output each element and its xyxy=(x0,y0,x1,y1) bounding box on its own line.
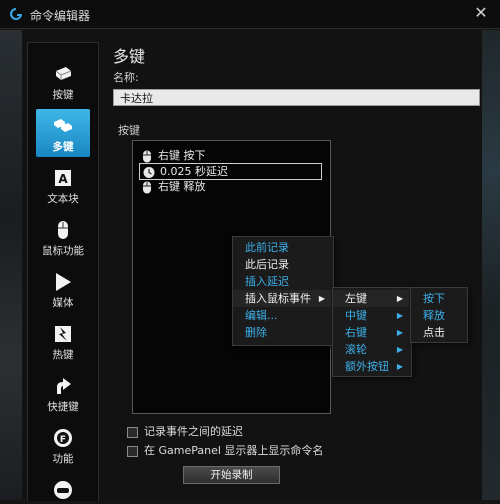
menu-item-record-before[interactable]: 此前记录 xyxy=(233,239,331,256)
sidebar-item-label: 热键 xyxy=(52,349,74,361)
menu-item-extra-buttons[interactable]: 额外按钮 ▶ xyxy=(333,358,409,375)
close-button[interactable]: ✕ xyxy=(472,4,490,22)
key-event-text: 右键 释放 xyxy=(158,180,206,193)
mouse-icon xyxy=(52,219,74,241)
list-item-selected[interactable]: 0.025 秒延迟 xyxy=(139,163,322,180)
gamepanel-checkbox[interactable] xyxy=(127,445,138,457)
menu-item-label: 滚轮 xyxy=(345,343,367,356)
menu-item-label: 额外按钮 xyxy=(345,360,389,373)
text-block-icon: A xyxy=(52,167,74,189)
sidebar-item-media[interactable]: 媒体 xyxy=(36,265,90,313)
sidebar-item-label: 多键 xyxy=(52,141,74,153)
key-event-text: 右键 按下 xyxy=(158,149,206,162)
mouse-event-submenu: 左键 ▶ 中键 ▶ 右键 ▶ 滚轮 ▶ 额外按钮 ▶ xyxy=(332,287,412,377)
sidebar-item-label: 功能 xyxy=(52,453,74,465)
menu-item-press[interactable]: 按下 xyxy=(411,290,465,307)
keys-label: 按键 xyxy=(118,124,140,137)
list-item[interactable]: 右键 按下 xyxy=(141,148,206,163)
menu-item-insert-delay[interactable]: 插入延迟 xyxy=(233,273,331,290)
menu-item-label: 左键 xyxy=(345,292,367,305)
clock-icon xyxy=(143,166,155,179)
checkbox-label: 在 GamePanel 显示器上显示命令名 xyxy=(144,444,324,457)
close-icon: ✕ xyxy=(474,3,488,22)
menu-item-click[interactable]: 点击 xyxy=(411,324,465,341)
submenu-arrow-icon: ▶ xyxy=(396,345,403,354)
svg-text:F: F xyxy=(60,435,66,445)
menu-item-edit[interactable]: 编辑... xyxy=(233,307,331,324)
sidebar-item-gamepad[interactable] xyxy=(36,473,90,501)
checkbox-label: 记录事件之间的延迟 xyxy=(144,425,243,438)
multikey-icon xyxy=(52,115,74,137)
menu-item-insert-mouse-event[interactable]: 插入鼠标事件 ▶ xyxy=(233,290,331,307)
list-item[interactable]: 右键 释放 xyxy=(141,179,206,194)
sidebar-item-function[interactable]: F 功能 xyxy=(36,421,90,469)
mouse-icon xyxy=(141,181,153,194)
menu-item-label: 插入鼠标事件 xyxy=(245,292,311,305)
background-left-edge xyxy=(0,30,22,500)
sidebar-item-label: 媒体 xyxy=(52,297,74,309)
gamepanel-checkbox-row[interactable]: 在 GamePanel 显示器上显示命令名 xyxy=(127,444,323,458)
hotkey-icon xyxy=(52,323,74,345)
submenu-arrow-icon: ▶ xyxy=(396,311,403,320)
keycap-icon xyxy=(52,63,74,85)
svg-text:A: A xyxy=(58,172,68,186)
sidebar-item-keystroke[interactable]: 按键 xyxy=(36,57,90,105)
menu-item-right-button[interactable]: 右键 ▶ xyxy=(333,324,409,341)
submenu-arrow-icon: ▶ xyxy=(396,328,403,337)
menu-item-left-button[interactable]: 左键 ▶ xyxy=(333,290,409,307)
menu-item-delete[interactable]: 删除 xyxy=(233,324,331,341)
record-delays-checkbox[interactable] xyxy=(127,426,138,438)
background-right-edge xyxy=(482,30,500,500)
menu-item-release[interactable]: 释放 xyxy=(411,307,465,324)
sidebar-item-text-block[interactable]: A 文本块 xyxy=(36,161,90,209)
key-event-text: 0.025 秒延迟 xyxy=(160,165,228,178)
shortcut-arrow-icon xyxy=(52,375,74,397)
mouse-icon xyxy=(141,150,153,163)
menu-item-scroll-wheel[interactable]: 滚轮 ▶ xyxy=(333,341,409,358)
sidebar-item-label: 按键 xyxy=(52,89,74,101)
key-context-menu: 此前记录 此后记录 插入延迟 插入鼠标事件 ▶ 编辑... 删除 xyxy=(232,236,334,346)
sidebar-item-label: 文本块 xyxy=(47,193,79,205)
command-type-sidebar: 按键 多键 A 文本块 鼠标功能 媒体 热键 快捷键 F 功能 xyxy=(27,42,99,501)
sidebar-item-hotkey[interactable]: 热键 xyxy=(36,317,90,365)
play-icon xyxy=(52,271,74,293)
submenu-arrow-icon: ▶ xyxy=(396,294,403,303)
page-title: 多键 xyxy=(113,47,146,66)
window-title: 命令编辑器 xyxy=(30,9,91,23)
left-button-submenu: 按下 释放 点击 xyxy=(410,287,468,343)
submenu-arrow-icon: ▶ xyxy=(396,362,403,371)
sidebar-item-label: 鼠标功能 xyxy=(42,245,84,257)
name-label: 名称: xyxy=(113,71,139,84)
menu-item-middle-button[interactable]: 中键 ▶ xyxy=(333,307,409,324)
submenu-arrow-icon: ▶ xyxy=(318,294,325,303)
sidebar-item-label: 快捷键 xyxy=(47,401,79,413)
sidebar-item-multikey[interactable]: 多键 xyxy=(36,109,90,157)
menu-item-record-after[interactable]: 此后记录 xyxy=(233,256,331,273)
gamepad-icon xyxy=(52,479,74,501)
sidebar-item-shortcut[interactable]: 快捷键 xyxy=(36,369,90,417)
title-bar[interactable]: 命令编辑器 ✕ xyxy=(0,0,500,29)
menu-item-label: 中键 xyxy=(345,309,367,322)
record-delays-checkbox-row[interactable]: 记录事件之间的延迟 xyxy=(127,425,243,439)
logitech-g-logo-icon xyxy=(8,6,24,22)
sidebar-item-mouse-function[interactable]: 鼠标功能 xyxy=(36,213,90,261)
command-name-input[interactable]: 卡达拉 xyxy=(113,89,480,106)
menu-item-label: 右键 xyxy=(345,326,367,339)
start-recording-button[interactable]: 开始录制 xyxy=(183,466,280,484)
function-icon: F xyxy=(52,427,74,449)
